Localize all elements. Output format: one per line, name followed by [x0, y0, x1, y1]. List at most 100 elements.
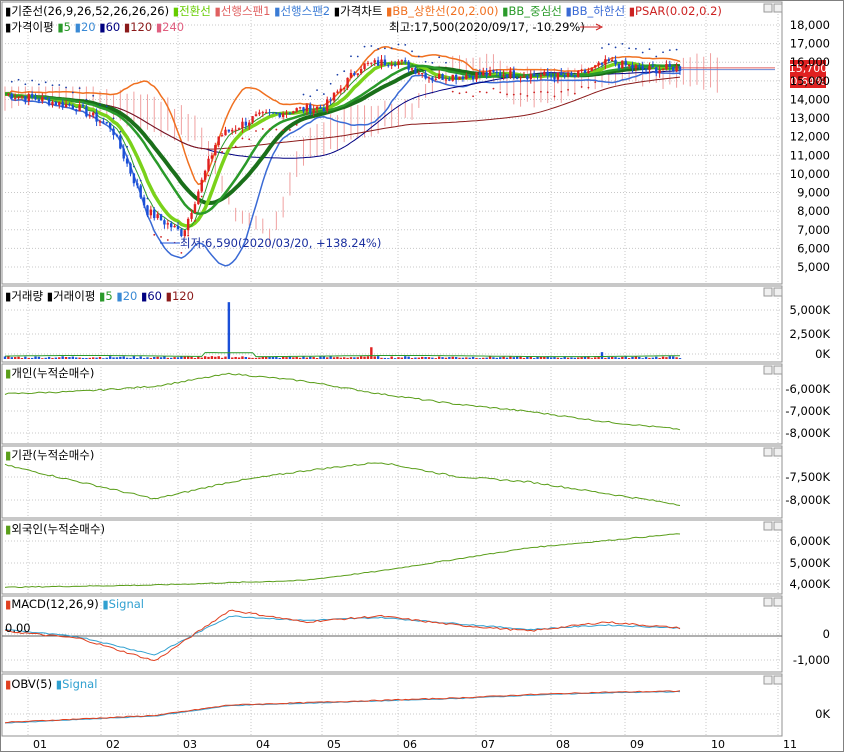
psar-dot [478, 90, 481, 93]
psar-dot [431, 61, 434, 64]
volume-bar [580, 357, 583, 359]
candle-body [336, 91, 339, 93]
candle-body [227, 129, 231, 132]
panel-maximize-button [763, 287, 773, 297]
volume-bar [190, 356, 193, 359]
x-tick-label: 09 [630, 738, 644, 751]
volume-bar [285, 357, 288, 359]
psar-dot [153, 233, 156, 236]
candle-body [298, 107, 302, 109]
volume-bar [594, 357, 597, 359]
psar-dot [214, 160, 217, 163]
volume-bar [651, 357, 655, 359]
volume-bar [370, 347, 373, 359]
y-tick-label: 15,000 [790, 74, 830, 88]
candle-body [502, 74, 505, 76]
candle-body [339, 88, 343, 92]
candle-body [468, 75, 471, 77]
psar-dot [472, 95, 474, 98]
candle-body [268, 112, 271, 114]
psar-dot [329, 82, 332, 85]
volume-bar [68, 357, 71, 359]
candle-body [200, 179, 203, 192]
psar-dot [377, 48, 380, 50]
psar-dot [363, 45, 366, 48]
candle-body [587, 70, 590, 74]
psar-dot [350, 55, 352, 58]
volume-bar [468, 357, 471, 359]
psar-dot [255, 130, 257, 132]
high-price-label: 최고:17,500(2020/09/17, -10.29%) [389, 20, 585, 34]
volume-bar [125, 357, 129, 359]
candle-body [495, 71, 499, 73]
volume-bar [431, 357, 434, 359]
panel-close-button [773, 365, 783, 375]
volume-bar [437, 356, 441, 359]
volume-bar [24, 356, 27, 359]
candle-body [437, 74, 441, 79]
individual-y-axis: -6,000K -7,000K -8,000K [785, 382, 830, 440]
candle-body [115, 135, 119, 137]
candle-body [648, 65, 651, 71]
psar-dot [675, 48, 678, 51]
volume-bar [58, 357, 61, 359]
candle-body [461, 76, 465, 80]
volume-bar [499, 357, 502, 359]
psar-dot [180, 251, 183, 254]
candle-body [610, 59, 614, 62]
volume-bar [458, 357, 461, 359]
candle-body [95, 112, 98, 122]
candle-body [102, 121, 105, 123]
legend-item: 20 [81, 20, 96, 34]
price-legend-row2: ▮가격이평 ▮5 ▮20 ▮60 ▮120 ▮240 [5, 20, 184, 34]
volume-bar [186, 356, 190, 359]
panel-close-button [773, 521, 783, 531]
volume-bar [393, 358, 397, 359]
volume-bar [237, 357, 241, 359]
legend-marker: ▮ [270, 4, 280, 18]
legend-marker: ▮ [382, 4, 392, 18]
candle-body [553, 76, 556, 80]
volume-bar [292, 357, 295, 359]
volume-bar [672, 356, 675, 359]
volume-bar [597, 357, 600, 359]
candle-body [672, 66, 675, 72]
psar-dot [553, 95, 556, 98]
candle-body [24, 96, 27, 101]
candle-body [224, 129, 227, 136]
x-tick-label: 06 [403, 738, 417, 751]
volume-bar [88, 357, 91, 359]
candle-body [485, 72, 488, 76]
y-tick-label: 5,000 [797, 260, 830, 274]
psar-dot [295, 123, 298, 126]
volume-bar [644, 356, 648, 359]
candle-body [193, 204, 197, 213]
candle-body [678, 66, 682, 71]
psar-dot [438, 56, 441, 59]
candle-body [197, 191, 200, 205]
candle-body [214, 145, 217, 156]
volume-bar [532, 358, 536, 359]
candle-body [30, 94, 34, 98]
volume-bar [655, 356, 658, 359]
psar-dot [309, 95, 312, 98]
psar-dot [526, 94, 529, 97]
candle-body [305, 104, 309, 112]
volume-bar [390, 356, 393, 359]
foreign-legend-text: 외국인(누적순매수) [11, 522, 105, 536]
psar-dot [458, 92, 461, 95]
candle-body [655, 67, 658, 74]
candle-body [424, 72, 427, 79]
psar-dot [648, 48, 651, 51]
candle-body [261, 112, 264, 114]
y-tick-label: 14,000 [790, 92, 830, 106]
volume-bar [387, 358, 390, 359]
candle-body [251, 116, 254, 123]
volume-bar [203, 356, 207, 359]
volume-bar [590, 358, 594, 359]
candle-body [475, 72, 478, 80]
psar-dot [601, 47, 603, 49]
candle-body [651, 65, 655, 68]
candle-body [210, 155, 214, 159]
volume-bar [200, 357, 203, 359]
